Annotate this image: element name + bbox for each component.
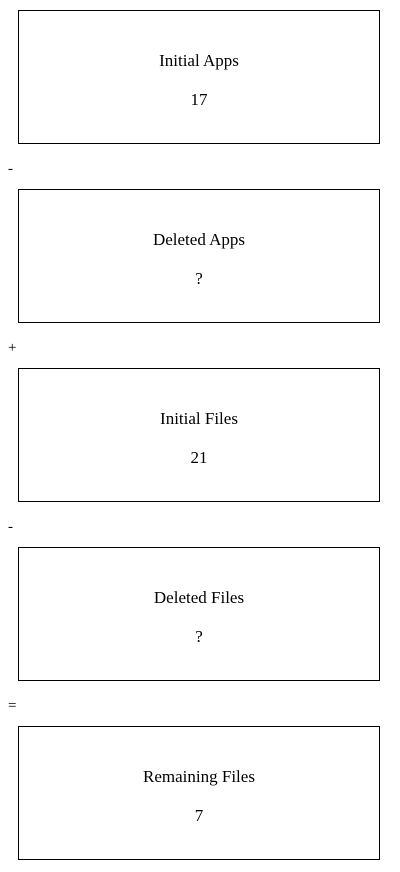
initial-apps-box: Initial Apps 17	[18, 10, 380, 144]
box-value: 17	[190, 90, 208, 109]
box-label: Deleted Files	[153, 588, 245, 607]
box-label: Initial Apps	[159, 51, 239, 70]
box-value: ?	[195, 269, 203, 288]
remaining-files-box: Remaining Files 7	[18, 726, 380, 860]
equals-operator: =	[8, 698, 17, 714]
minus-operator: -	[8, 161, 13, 177]
box-value: 21	[190, 448, 208, 467]
minus-operator: -	[8, 519, 13, 535]
deleted-files-box: Deleted Files ?	[18, 547, 380, 681]
initial-files-box: Initial Files 21	[18, 368, 380, 502]
box-value: 7	[194, 806, 204, 825]
box-label: Deleted Apps	[152, 230, 246, 249]
box-value: ?	[195, 627, 203, 646]
box-label: Remaining Files	[143, 767, 255, 786]
deleted-apps-box: Deleted Apps ?	[18, 189, 380, 323]
plus-operator: +	[8, 340, 17, 356]
box-label: Initial Files	[160, 409, 238, 428]
